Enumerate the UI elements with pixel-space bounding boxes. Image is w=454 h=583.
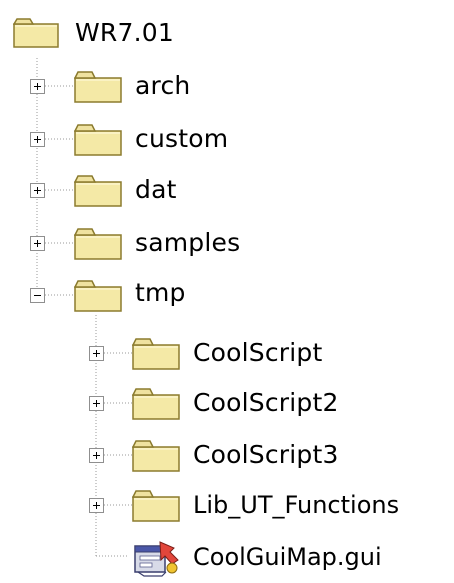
tree-node-arch[interactable]: arch (0, 64, 454, 108)
tree-node-label: CoolScript (193, 338, 323, 367)
tree-node-custom[interactable]: custom (0, 117, 454, 161)
tree-node-dat[interactable]: dat (0, 168, 454, 212)
file-tree: WR7.01 arch custom dat samples tmp CoolS… (0, 0, 454, 583)
expand-plus-icon[interactable] (89, 396, 104, 411)
tree-node-label: CoolGuiMap.gui (193, 543, 382, 571)
tree-node-label: arch (135, 71, 191, 100)
tree-node-root[interactable]: WR7.01 (0, 10, 454, 54)
folder-icon (131, 490, 180, 526)
tree-node-lib-ut-functions[interactable]: Lib_UT_Functions (0, 483, 454, 527)
expand-plus-icon[interactable] (89, 498, 104, 513)
gui-map-file-icon (130, 538, 180, 582)
folder-icon (73, 71, 122, 107)
tree-node-label: CoolScript2 (193, 388, 339, 417)
expand-plus-icon[interactable] (30, 183, 45, 198)
folder-icon (73, 228, 122, 264)
tree-node-coolscript[interactable]: CoolScript (0, 331, 454, 375)
expand-plus-icon[interactable] (89, 346, 104, 361)
folder-icon (12, 18, 59, 52)
folder-icon (73, 124, 122, 160)
tree-node-coolscript2[interactable]: CoolScript2 (0, 381, 454, 425)
folder-icon (73, 175, 122, 211)
tree-node-label: custom (135, 124, 229, 153)
tree-node-label: Lib_UT_Functions (193, 491, 400, 519)
tree-node-label: dat (135, 175, 177, 204)
collapse-minus-icon[interactable] (30, 288, 45, 303)
expand-plus-icon[interactable] (30, 132, 45, 147)
folder-icon (131, 338, 180, 374)
tree-node-label: CoolScript3 (193, 440, 339, 469)
expand-plus-icon[interactable] (30, 236, 45, 251)
tree-node-label: tmp (135, 278, 186, 307)
expand-plus-icon[interactable] (30, 79, 45, 94)
folder-icon (73, 280, 122, 316)
folder-icon (131, 388, 180, 424)
tree-node-tmp[interactable]: tmp (0, 273, 454, 317)
tree-node-coolscript3[interactable]: CoolScript3 (0, 433, 454, 477)
tree-node-coolguimap-gui[interactable]: CoolGuiMap.gui (0, 534, 454, 578)
expand-plus-icon[interactable] (89, 448, 104, 463)
folder-icon (131, 440, 180, 476)
tree-node-label: samples (135, 228, 241, 257)
tree-node-label: WR7.01 (75, 18, 174, 47)
tree-node-samples[interactable]: samples (0, 221, 454, 265)
